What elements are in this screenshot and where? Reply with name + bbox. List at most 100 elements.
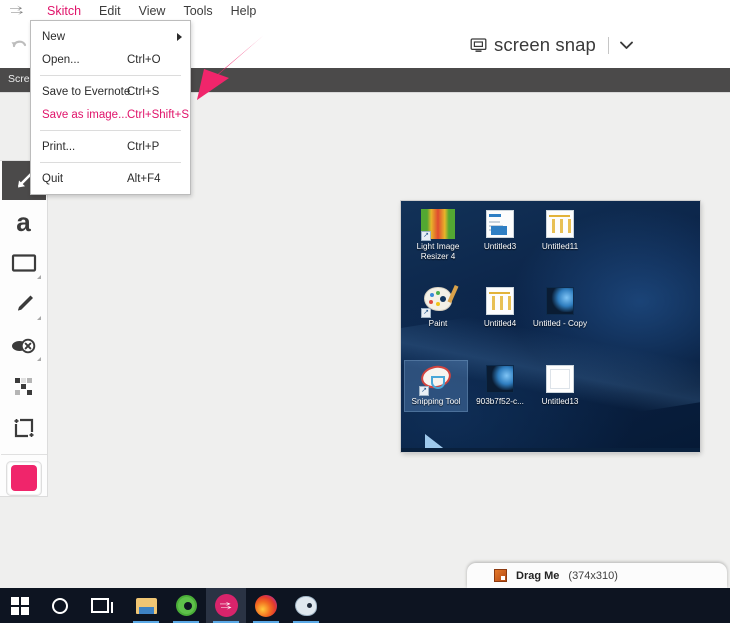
menu-separator: [40, 75, 181, 76]
menu-item-shortcut: Ctrl+S: [127, 85, 160, 98]
paint-icon: [295, 595, 317, 616]
menu-item-shortcut: Ctrl+O: [127, 53, 161, 66]
crop-icon: [14, 418, 33, 438]
windows-taskbar: [0, 588, 730, 623]
menu-item-shortcut: Alt+F4: [127, 172, 161, 185]
green-app-button[interactable]: [166, 588, 206, 623]
color-swatch-button[interactable]: [5, 460, 42, 496]
letter-a-icon: a: [16, 206, 31, 237]
desktop-icon-label: Untitled13: [541, 397, 579, 406]
firefox-button[interactable]: [246, 588, 286, 623]
crop-tool[interactable]: [4, 408, 44, 447]
menu-item-save-as-image[interactable]: Save as image... Ctrl+Shift+S: [31, 103, 190, 126]
drag-me-dimensions: (374x310): [568, 569, 618, 582]
menu-edit[interactable]: Edit: [90, 2, 130, 20]
menu-item-quit[interactable]: Quit Alt+F4: [31, 167, 190, 190]
menu-bar: Skitch Edit View Tools Help: [0, 0, 730, 22]
menu-help[interactable]: Help: [222, 2, 266, 20]
desktop-icon-label: Untitled3: [483, 242, 517, 251]
menu-item-label: Open...: [42, 53, 80, 66]
desktop-icon[interactable]: Untitled3: [469, 209, 531, 252]
submenu-arrow-icon: [177, 32, 182, 41]
tool-options-corner[interactable]: [36, 274, 41, 279]
menu-separator: [40, 162, 181, 163]
drag-me-label: Drag Me: [516, 569, 560, 582]
page-title: screen snap: [494, 34, 596, 55]
903b7f52-file-icon: [483, 364, 517, 394]
menu-item-label: Quit: [42, 172, 64, 185]
pixelate-tool[interactable]: [4, 367, 44, 406]
untitled4-file-icon: [483, 286, 517, 316]
file-explorer-button[interactable]: [126, 588, 166, 623]
screen-snap-title-group: screen snap: [470, 30, 634, 60]
start-button[interactable]: [0, 588, 40, 623]
rectangle-icon: [11, 254, 36, 272]
paint-app-icon: ↗: [421, 284, 459, 318]
shortcut-badge: ↗: [421, 231, 431, 241]
cortana-button[interactable]: [40, 588, 80, 623]
menu-view[interactable]: View: [130, 2, 175, 20]
desktop-taskbar-strip: [401, 448, 700, 452]
palette-divider: [0, 453, 47, 455]
menu-item-shortcut: Ctrl+P: [127, 140, 160, 153]
menu-tools[interactable]: Tools: [174, 2, 221, 20]
skitch-arrow-logo-icon[interactable]: [6, 2, 32, 20]
green-circle-icon: [175, 595, 197, 616]
desktop-icon[interactable]: ↗ Paint: [407, 284, 469, 329]
tool-options-corner[interactable]: [36, 357, 41, 362]
menu-item-open[interactable]: Open... Ctrl+O: [31, 48, 190, 71]
desktop-icon[interactable]: 903b7f52-c...: [469, 364, 531, 407]
title-divider: [607, 36, 609, 54]
desktop-icon-label: Untitled11: [541, 242, 579, 251]
task-view-button[interactable]: [80, 588, 120, 623]
monitor-icon: [470, 37, 487, 54]
desktop-icon[interactable]: Untitled13: [529, 364, 591, 407]
desktop-icon[interactable]: Untitled4: [469, 286, 531, 329]
menu-item-shortcut: Ctrl+Shift+S: [127, 108, 189, 121]
current-color-swatch: [10, 465, 37, 492]
marker-tool[interactable]: [4, 285, 44, 324]
undo-icon[interactable]: [6, 32, 32, 58]
menu-item-label: Print...: [42, 140, 76, 153]
skitch-button[interactable]: [206, 588, 246, 623]
desktop-icon-label: Paint: [428, 319, 448, 328]
pixelate-icon: [14, 377, 32, 395]
folder-icon: [135, 597, 157, 614]
desktop-icon[interactable]: ↗ Light Image Resizer 4: [407, 209, 469, 262]
chevron-down-icon[interactable]: [619, 40, 634, 50]
desktop-icon[interactable]: ↗ Snipping Tool: [404, 360, 468, 412]
tool-options-corner[interactable]: [36, 315, 41, 320]
task-view-icon: [91, 598, 113, 613]
menu-item-new[interactable]: New: [31, 25, 190, 48]
blur-tool[interactable]: [4, 326, 44, 365]
light-image-resizer-icon: ↗: [421, 209, 455, 241]
snipping-tool-icon: ↗: [419, 363, 453, 396]
windows-logo-icon: [11, 596, 29, 615]
paint-button[interactable]: [286, 588, 326, 623]
firefox-icon: [255, 594, 277, 617]
desktop-icon-label: Untitled4: [483, 319, 517, 328]
skitch-icon: [214, 594, 238, 617]
untitled13-file-icon: [543, 364, 577, 394]
shortcut-badge: ↗: [419, 386, 429, 396]
untitled11-file-icon: [543, 209, 577, 239]
menu-skitch[interactable]: Skitch: [38, 2, 90, 20]
desktop-icon-label: Light Image Resizer 4: [416, 242, 460, 261]
desktop-icon-label: 903b7f52-c...: [476, 397, 524, 406]
pen-icon: [17, 295, 33, 311]
desktop-icon[interactable]: Untitled11: [529, 209, 591, 252]
untitled3-file-icon: [483, 209, 517, 239]
shape-tool[interactable]: [4, 243, 44, 282]
screenshot-image[interactable]: ↗ Light Image Resizer 4 Untitled3 Untitl…: [401, 201, 700, 452]
menu-separator: [40, 130, 181, 131]
text-tool[interactable]: a: [4, 202, 44, 241]
desktop-icon-label: Snipping Tool: [411, 397, 461, 406]
desktop-icon[interactable]: Untitled - Copy: [529, 286, 591, 329]
menu-item-label: Save to Evernote: [42, 85, 131, 98]
drag-me-handle[interactable]: Drag Me (374x310): [467, 563, 727, 588]
drag-me-panel[interactable]: Drag Me (374x310): [467, 563, 727, 588]
desktop-icon-label: Untitled - Copy: [532, 319, 588, 328]
menu-item-save-to-evernote[interactable]: Save to Evernote Ctrl+S: [31, 80, 190, 103]
skitch-dropdown-menu: New Open... Ctrl+O Save to Evernote Ctrl…: [30, 20, 191, 195]
menu-item-print[interactable]: Print... Ctrl+P: [31, 135, 190, 158]
